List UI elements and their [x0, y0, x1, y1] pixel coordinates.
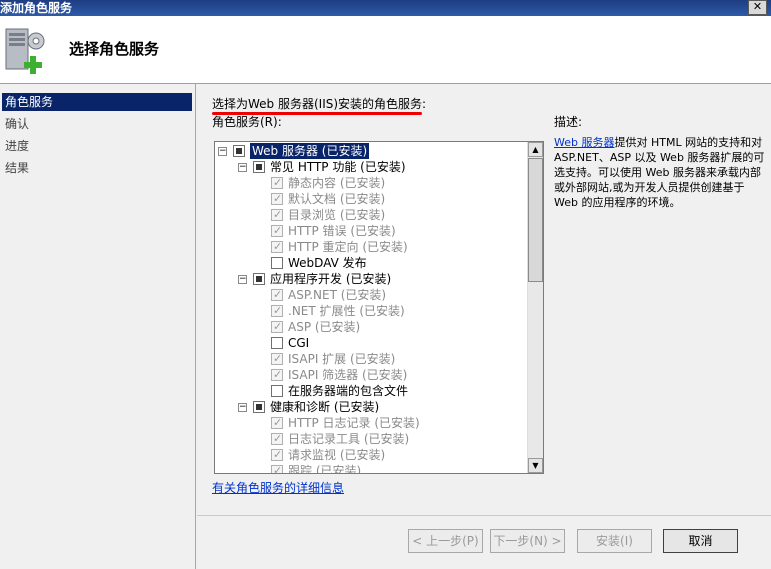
description-title: 描述: — [554, 115, 583, 129]
tree-item-label: 请求监视 (已安装) — [288, 448, 386, 462]
tree-item[interactable]: ASP (已安装) — [215, 319, 525, 335]
tree-checkbox[interactable] — [271, 447, 283, 463]
tree-item[interactable]: HTTP 重定向 (已安装) — [215, 239, 525, 255]
wizard-header: 选择角色服务 — [0, 16, 771, 84]
tree-item-label: ASP.NET (已安装) — [288, 288, 387, 302]
tree-checkbox[interactable] — [271, 239, 283, 255]
tree-item[interactable]: 日志记录工具 (已安装) — [215, 431, 525, 447]
tree-item[interactable]: ISAPI 扩展 (已安装) — [215, 351, 525, 367]
description-text: Web 服务器提供对 HTML 网站的支持和对 ASP.NET、ASP 以及 W… — [554, 135, 766, 210]
tree-item-label: 日志记录工具 (已安装) — [288, 432, 410, 446]
tree-item-label: 静态内容 (已安装) — [288, 176, 386, 190]
tree-item-label: .NET 扩展性 (已安装) — [288, 304, 405, 318]
tree-item-label: ASP (已安装) — [288, 320, 361, 334]
next-button[interactable]: 下一步(N) > — [490, 529, 565, 553]
tree-item[interactable]: 静态内容 (已安装) — [215, 175, 525, 191]
tree-checkbox[interactable] — [271, 287, 283, 303]
tree-checkbox[interactable] — [271, 223, 283, 239]
tree-checkbox[interactable] — [253, 401, 265, 413]
tree-checkbox[interactable] — [271, 367, 283, 383]
tree-item[interactable]: HTTP 错误 (已安装) — [215, 223, 525, 239]
more-info-link[interactable]: 有关角色服务的详细信息 — [212, 481, 344, 496]
tree-item-label: ISAPI 筛选器 (已安装) — [288, 368, 408, 382]
tree-item[interactable]: 在服务器端的包含文件 — [215, 383, 525, 399]
tree-checkbox[interactable] — [233, 145, 245, 157]
main-content: 选择为Web 服务器(IIS)安装的角色服务: 角色服务(R): − Web 服务… — [197, 84, 771, 524]
window-title: 添加角色服务 — [0, 1, 73, 15]
tree-item-label: 默认文档 (已安装) — [288, 192, 386, 206]
tree-item-label: Web 服务器 (已安装) — [250, 143, 370, 159]
title-bar: 添加角色服务 ✕ — [0, 0, 771, 16]
tree-checkbox[interactable] — [271, 337, 283, 349]
close-button[interactable]: ✕ — [748, 0, 767, 15]
tree-item[interactable]: − 健康和诊断 (已安装) — [215, 399, 525, 415]
tree-item[interactable]: ASP.NET (已安装) — [215, 287, 525, 303]
collapse-icon[interactable]: − — [238, 163, 247, 172]
tree-item-label: 目录浏览 (已安装) — [288, 208, 386, 222]
tree-checkbox[interactable] — [271, 319, 283, 335]
tree-checkbox[interactable] — [271, 385, 283, 397]
instruction-text: 选择为Web 服务器(IIS)安装的角色服务: — [212, 97, 427, 111]
tree-checkbox[interactable] — [253, 161, 265, 173]
prev-button[interactable]: < 上一步(P) — [408, 529, 483, 553]
nav-item-role-services[interactable]: 角色服务 — [2, 93, 192, 111]
server-add-icon — [5, 28, 45, 74]
tree-item[interactable]: HTTP 日志记录 (已安装) — [215, 415, 525, 431]
tree-item-label: 跟踪 (已安装) — [288, 464, 362, 474]
collapse-icon[interactable]: − — [238, 403, 247, 412]
tree-item[interactable]: ISAPI 筛选器 (已安装) — [215, 367, 525, 383]
role-services-tree[interactable]: −Web 服务器 (已安装)−常见 HTTP 功能 (已安装)静态内容 (已安装… — [214, 141, 544, 474]
cancel-button[interactable]: 取消 — [663, 529, 738, 553]
tree-item[interactable]: − 应用程序开发 (已安装) — [215, 271, 525, 287]
tree-item-label: 在服务器端的包含文件 — [288, 384, 409, 398]
tree-checkbox[interactable] — [271, 303, 283, 319]
page-title: 选择角色服务 — [69, 40, 160, 58]
tree-item-label: WebDAV 发布 — [288, 256, 367, 270]
tree-checkbox[interactable] — [271, 207, 283, 223]
description-link[interactable]: Web 服务器 — [554, 136, 614, 149]
collapse-icon[interactable]: − — [218, 147, 227, 156]
tree-item-label: 常见 HTTP 功能 (已安装) — [270, 160, 406, 174]
tree-checkbox[interactable] — [271, 257, 283, 269]
tree-item-label: HTTP 日志记录 (已安装) — [288, 416, 420, 430]
tree-item-label: 应用程序开发 (已安装) — [270, 272, 392, 286]
nav-item-results[interactable]: 结果 — [2, 159, 192, 177]
tree-item-label: CGI — [288, 336, 310, 350]
tree-item[interactable]: .NET 扩展性 (已安装) — [215, 303, 525, 319]
tree-item[interactable]: 跟踪 (已安装) — [215, 463, 525, 474]
nav-item-progress[interactable]: 进度 — [2, 137, 192, 155]
tree-checkbox[interactable] — [271, 175, 283, 191]
tree-item-label: 健康和诊断 (已安装) — [270, 400, 380, 414]
tree-checkbox[interactable] — [271, 415, 283, 431]
tree-checkbox[interactable] — [271, 191, 283, 207]
tree-item[interactable]: − 常见 HTTP 功能 (已安装) — [215, 159, 525, 175]
nav-item-confirm[interactable]: 确认 — [2, 115, 192, 133]
install-button[interactable]: 安装(I) — [577, 529, 652, 553]
tree-scrollbar[interactable]: ▲ ▼ — [527, 142, 543, 473]
tree-item[interactable]: − Web 服务器 (已安装) — [215, 143, 525, 159]
collapse-icon[interactable]: − — [238, 275, 247, 284]
tree-item[interactable]: CGI — [215, 335, 525, 351]
tree-checkbox[interactable] — [253, 273, 265, 285]
tree-item-label: ISAPI 扩展 (已安装) — [288, 352, 396, 366]
tree-item[interactable]: WebDAV 发布 — [215, 255, 525, 271]
scroll-up-button[interactable]: ▲ — [528, 142, 543, 157]
tree-checkbox[interactable] — [271, 351, 283, 367]
scroll-down-button[interactable]: ▼ — [528, 458, 543, 473]
tree-item[interactable]: 默认文档 (已安装) — [215, 191, 525, 207]
roles-label: 角色服务(R): — [212, 115, 282, 129]
tree-checkbox[interactable] — [271, 463, 283, 473]
tree-item-label: HTTP 错误 (已安装) — [288, 224, 396, 238]
tree-item[interactable]: 请求监视 (已安装) — [215, 447, 525, 463]
tree-item-label: HTTP 重定向 (已安装) — [288, 240, 408, 254]
tree-checkbox[interactable] — [271, 431, 283, 447]
scroll-thumb[interactable] — [528, 158, 543, 282]
tree-item[interactable]: 目录浏览 (已安装) — [215, 207, 525, 223]
button-bar: < 上一步(P) 下一步(N) > 安装(I) 取消 — [197, 515, 771, 569]
wizard-steps: 角色服务确认进度结果 — [0, 84, 196, 569]
